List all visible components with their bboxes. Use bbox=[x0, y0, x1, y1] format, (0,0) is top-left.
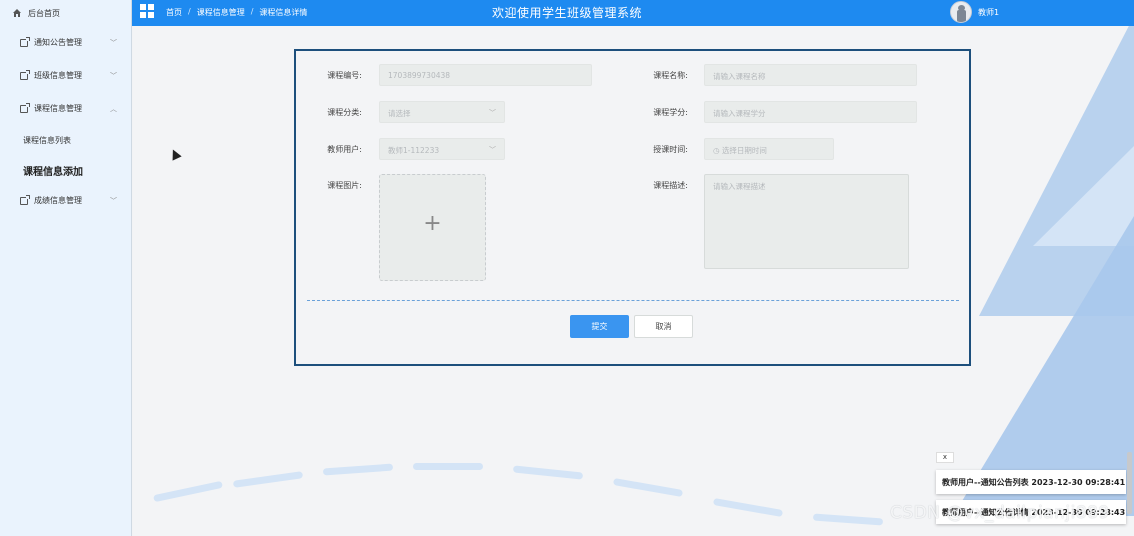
sidebar-item-course-management[interactable]: 课程信息管理 ︿ bbox=[0, 92, 131, 125]
course-name-label: 课程名称: bbox=[653, 71, 688, 80]
teacher-select: 教师1-112233 ﹀ bbox=[379, 138, 505, 160]
scrollbar[interactable] bbox=[1127, 452, 1132, 514]
document-icon bbox=[20, 102, 30, 113]
background-decoration bbox=[322, 463, 394, 476]
sidebar-item-class-management[interactable]: 班级信息管理 ﹀ bbox=[0, 59, 131, 92]
sidebar-item-label: 成绩信息管理 bbox=[34, 196, 82, 205]
desc-textarea[interactable]: 请输入课程描述 bbox=[704, 174, 909, 269]
breadcrumb-course-detail: 课程信息详情 bbox=[259, 8, 308, 17]
category-select[interactable]: 请选择 ﹀ bbox=[379, 101, 505, 123]
avatar[interactable] bbox=[950, 1, 972, 23]
sidebar-item-grade-management[interactable]: 成绩信息管理 ﹀ bbox=[0, 184, 131, 217]
sidebar-subitem-course-list[interactable]: 课程信息列表 bbox=[0, 135, 131, 146]
home-icon bbox=[13, 9, 21, 17]
chevron-down-icon: ﹀ bbox=[489, 146, 496, 154]
document-icon bbox=[20, 69, 30, 80]
course-form: 课程编号: 1703899730438 课程名称: 请输入课程名称 课程分类: … bbox=[294, 49, 971, 366]
user-menu[interactable]: 教师1 bbox=[950, 1, 999, 23]
category-placeholder: 请选择 bbox=[388, 109, 411, 118]
teacher-label: 教师用户: bbox=[327, 145, 362, 154]
background-decoration bbox=[612, 477, 684, 498]
divider bbox=[307, 300, 959, 301]
background-decoration bbox=[712, 497, 784, 518]
chevron-down-icon: ﹀ bbox=[489, 109, 496, 117]
user-name[interactable]: 教师1 bbox=[978, 7, 999, 18]
category-label: 课程分类: bbox=[327, 108, 362, 117]
chevron-down-icon: ﹀ bbox=[110, 72, 117, 80]
background-decoration bbox=[812, 513, 884, 526]
course-name-input[interactable]: 请输入课程名称 bbox=[704, 64, 917, 86]
breadcrumb-separator: / bbox=[188, 7, 191, 16]
breadcrumb-home[interactable]: 首页 bbox=[166, 7, 182, 18]
document-icon bbox=[20, 194, 30, 205]
sidebar-subitem-course-add[interactable]: 课程信息添加 bbox=[0, 163, 131, 178]
chevron-down-icon: ﹀ bbox=[110, 39, 117, 47]
background-decoration bbox=[512, 465, 584, 480]
cancel-button[interactable]: 取消 bbox=[634, 315, 693, 338]
chevron-up-icon: ︿ bbox=[110, 105, 117, 113]
teacher-value: 教师1-112233 bbox=[388, 146, 440, 155]
document-icon bbox=[20, 36, 30, 47]
background-decoration bbox=[413, 463, 483, 470]
time-picker[interactable]: ◷ 选择日期时间 bbox=[704, 138, 834, 160]
clock-icon: ◷ bbox=[713, 146, 722, 155]
credit-input[interactable]: 请输入课程学分 bbox=[704, 101, 917, 123]
credit-label: 课程学分: bbox=[653, 108, 688, 117]
breadcrumb: 首页 / 课程信息管理 / 课程信息详情 bbox=[166, 7, 307, 18]
sidebar-item-notice-management[interactable]: 通知公告管理 ﹀ bbox=[0, 26, 131, 59]
desc-label: 课程描述: bbox=[653, 181, 688, 190]
time-label: 授课时间: bbox=[653, 145, 688, 154]
home-link[interactable]: 后台首页 bbox=[0, 0, 132, 26]
watermark: CSDN @vx_dailpianji889 bbox=[890, 503, 1110, 523]
image-upload[interactable]: + bbox=[379, 174, 486, 281]
course-no-field: 1703899730438 bbox=[379, 64, 592, 86]
sidebar-item-label: 班级信息管理 bbox=[34, 71, 82, 80]
background-decoration bbox=[153, 480, 223, 503]
course-no-label: 课程编号: bbox=[327, 71, 362, 80]
notification-item[interactable]: 教师用户--通知公告列表 2023-12-30 09:28:41 bbox=[936, 470, 1126, 494]
sidebar-item-label: 通知公告管理 bbox=[34, 38, 82, 47]
grid-icon[interactable] bbox=[140, 4, 154, 18]
plus-icon: + bbox=[423, 211, 442, 236]
notification-close-button[interactable]: x bbox=[936, 452, 954, 463]
top-bar: 后台首页 首页 / 课程信息管理 / 课程信息详情 欢迎使用学生班级管理系统 教… bbox=[0, 0, 1134, 26]
breadcrumb-separator: / bbox=[250, 7, 254, 16]
sidebar: 通知公告管理 ﹀ 班级信息管理 ﹀ 课程信息管理 ︿ 课程信息列表 课程信息添加… bbox=[0, 26, 132, 536]
image-label: 课程图片: bbox=[327, 181, 362, 190]
home-label: 后台首页 bbox=[28, 8, 60, 18]
chevron-down-icon: ﹀ bbox=[110, 197, 117, 205]
sidebar-item-label: 课程信息管理 bbox=[34, 104, 82, 113]
background-decoration bbox=[232, 471, 304, 488]
submit-button[interactable]: 提交 bbox=[570, 315, 629, 338]
main-content: 课程编号: 1703899730438 课程名称: 请输入课程名称 课程分类: … bbox=[133, 26, 1134, 536]
time-placeholder: 选择日期时间 bbox=[721, 146, 767, 155]
breadcrumb-course-management[interactable]: 课程信息管理 bbox=[197, 7, 245, 18]
